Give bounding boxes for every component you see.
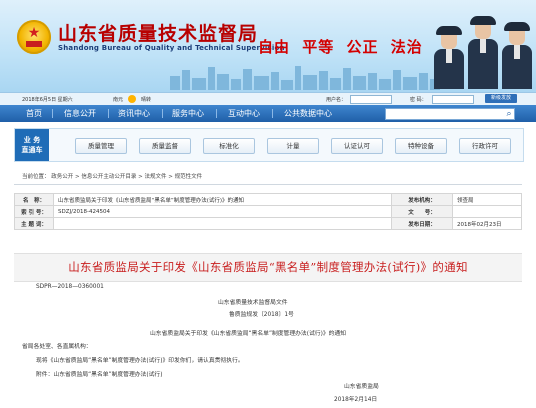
document-number: 鲁质监规发〔2018〕1号 (229, 312, 294, 318)
document-paragraph: 现将《山东省质监局“黑名单”制度管理办法(试行)》印发你们，请认真贯彻执行。 (36, 358, 244, 364)
nav-item-info-public[interactable]: 信息公开 (64, 105, 96, 122)
subject-label: 主 题 词： (14, 217, 54, 230)
password-input[interactable] (432, 95, 474, 104)
slogan-word: 公正 (346, 38, 379, 56)
biz-button-admin-license[interactable]: 行政许可 (459, 138, 511, 154)
nav-item-news[interactable]: 资讯中心 (118, 105, 150, 122)
document-sdpr: SDPR—2018—0360001 (36, 284, 104, 290)
document-title-box: 山东省质监局关于印发《山东省质监局“黑名单”制度管理办法(试行)》的通知 (14, 253, 522, 282)
biz-button-standardization[interactable]: 标准化 (203, 138, 255, 154)
document-title: 山东省质监局关于印发《山东省质监局“黑名单”制度管理办法(试行)》的通知 (68, 260, 468, 274)
issuer-value: 领查局 (452, 193, 522, 206)
document-subtitle: 山东省质监局关于印发《山东省质监局“黑名单”制度管理办法(试行)》的通知 (150, 331, 347, 337)
docno-value (452, 205, 522, 218)
date-text: 2018年6月5日 星期六 (22, 97, 73, 103)
username-label: 用户名： (326, 97, 347, 103)
slogan-word: 平等 (302, 38, 335, 56)
username-input[interactable] (350, 95, 392, 104)
document-salutation: 省局各处室、各直属机构： (22, 344, 92, 350)
document-issuer-line: 山东省质量技术监督局文件 (218, 300, 288, 306)
breadcrumb: 当前位置： 政务公开 > 信息公开主动公开目录 > 法规文件 > 规范性文件 (22, 174, 203, 180)
weather-city: 南元 (113, 97, 124, 103)
slogan-word: 自由 (258, 38, 291, 56)
document-sign-date: 2018年2月14日 (334, 397, 378, 403)
name-value: 山东省质监局关于印发《山东省质监局“黑名单”制度管理办法(试行)》的通知 (53, 193, 392, 206)
docno-label: 文 号： (391, 205, 453, 218)
officers-image (432, 8, 536, 92)
login-bar: 2018年6月5日 星期六 南元 晴转 用户名： 密 码： 新级发放 (0, 92, 536, 105)
date-label: 发布日期： (391, 217, 453, 230)
document-meta-table: 名 称： 山东省质监局关于印发《山东省质监局“黑名单”制度管理办法(试行)》的通… (14, 193, 522, 230)
date-value: 2018年02月23日 (452, 217, 522, 230)
nav-item-public-data[interactable]: 公共数据中心 (284, 105, 332, 122)
business-label: 业 务直通车 (15, 129, 49, 161)
biz-button-quality-management[interactable]: 质量管理 (75, 138, 127, 154)
main-nav: 首页 信息公开 资讯中心 服务中心 互动中心 公共数据中心 ⌕ (0, 105, 536, 122)
index-value: SDZJ/2018-424504 (53, 205, 392, 218)
search-icon[interactable]: ⌕ (503, 108, 515, 120)
nav-item-home[interactable]: 首页 (26, 105, 42, 122)
sun-icon (128, 95, 136, 103)
issuer-label: 发布机构： (391, 193, 453, 206)
site-subtitle: Shandong Bureau of Quality and Technical… (58, 44, 285, 52)
name-label: 名 称： (14, 193, 54, 206)
password-label: 密 码： (410, 97, 427, 103)
business-shortcuts: 业 务直通车 质量管理 质量监督 标准化 计量 认证认可 特种设备 行政许可 (14, 128, 524, 162)
biz-button-certification[interactable]: 认证认可 (331, 138, 383, 154)
biz-button-special-equipment[interactable]: 特种设备 (395, 138, 447, 154)
site-title: 山东省质量技术监督局 (58, 23, 259, 45)
divider (14, 184, 522, 185)
document-signature: 山东省质监局 (344, 384, 379, 390)
subject-value (53, 217, 392, 230)
nav-item-interaction[interactable]: 互动中心 (228, 105, 260, 122)
emblem-icon: ★ (17, 20, 51, 54)
city-skyline-image (170, 66, 440, 90)
site-header: ★ 山东省质量技术监督局 Shandong Bureau of Quality … (0, 0, 536, 92)
biz-button-metrology[interactable]: 计量 (267, 138, 319, 154)
nav-item-service[interactable]: 服务中心 (172, 105, 204, 122)
document-attachment: 附件：山东省质监局“黑名单”制度管理办法(试行) (36, 372, 163, 378)
register-button[interactable]: 新级发放 (485, 94, 517, 103)
search-input[interactable] (385, 108, 515, 120)
weather-text: 晴转 (141, 97, 152, 103)
index-label: 索 引 号： (14, 205, 54, 218)
biz-button-quality-supervision[interactable]: 质量监督 (139, 138, 191, 154)
slogan-word: 法治 (390, 38, 423, 56)
slogan: 自由 平等 公正 法治 (258, 36, 429, 57)
